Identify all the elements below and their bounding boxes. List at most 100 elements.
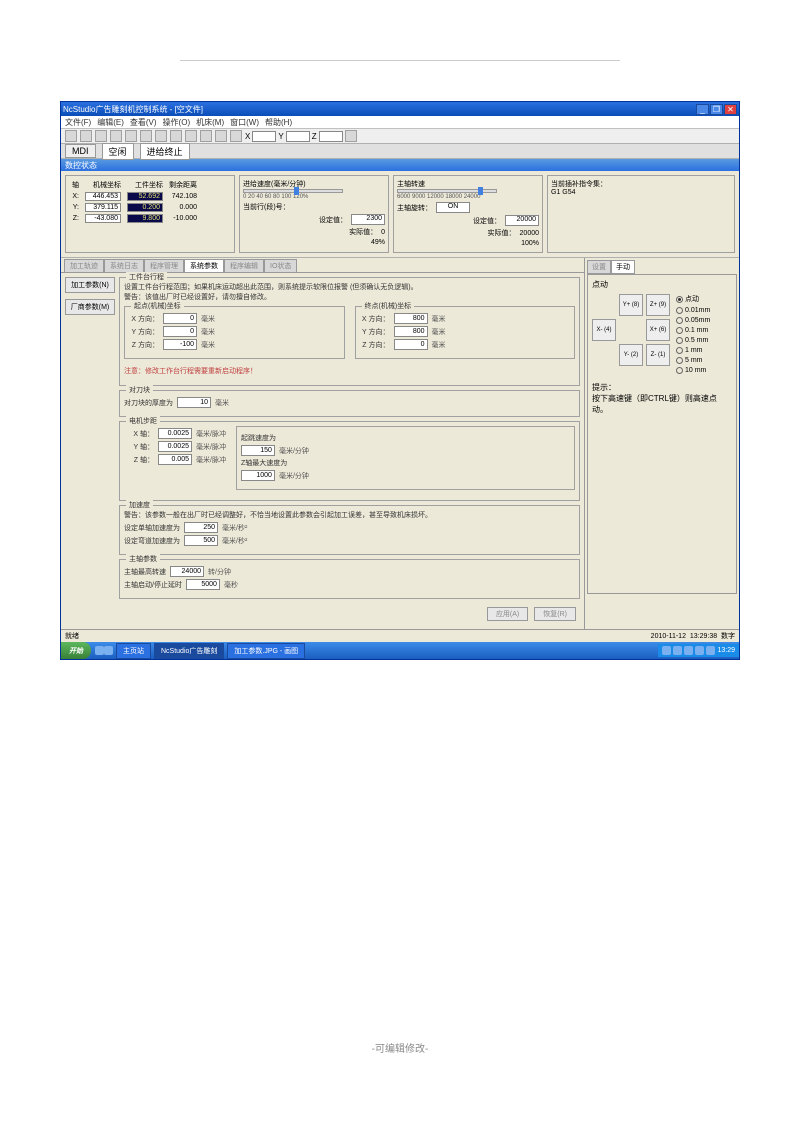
spindle-delay-input[interactable] — [186, 579, 220, 590]
menu-file[interactable]: 文件(F) — [65, 117, 91, 128]
jog-x-plus[interactable]: X+ (6) — [646, 319, 670, 341]
motor-x-input[interactable] — [158, 428, 192, 439]
tab-io[interactable]: IO状态 — [264, 259, 297, 272]
jog-radio-10[interactable]: 10 mm — [676, 367, 710, 374]
menu-help[interactable]: 帮助(H) — [265, 117, 292, 128]
task-item[interactable]: 加工参数.JPG - 画图 — [227, 643, 305, 659]
jog-y-minus[interactable]: Y- (2) — [619, 344, 643, 366]
tool-thick-input[interactable] — [177, 397, 211, 408]
start-button[interactable]: 开始 — [61, 642, 91, 659]
task-item[interactable]: NcStudio广告雕刻 — [154, 643, 224, 659]
jog-z-plus[interactable]: Z+ (9) — [646, 294, 670, 316]
accel2-input[interactable] — [184, 535, 218, 546]
spindle-slider[interactable] — [397, 189, 497, 193]
menu-operate[interactable]: 操作(O) — [163, 117, 191, 128]
feed-slider[interactable] — [243, 189, 343, 193]
travel-fieldset: 工件台行程 设置工件台行程范围；如果机床运动超出此范围，则系统提示软限位报警 (… — [119, 277, 580, 386]
app-window: NcStudio广告雕刻机控制系统 - [空文件] _ ❐ ✕ 文件(F) 编辑… — [60, 101, 740, 660]
tab-trajectory[interactable]: 加工轨迹 — [64, 259, 104, 272]
quicklaunch-icon[interactable] — [95, 646, 104, 655]
toolbar-icon[interactable] — [185, 130, 197, 142]
statusbar: 就绪 2010-11-12 13:29:38 数字 — [61, 629, 739, 642]
tray-icon[interactable] — [695, 646, 704, 655]
jog-radio-continuous[interactable]: 点动 — [676, 294, 710, 304]
status-panel: 轴 机械坐标 工件坐标 剩余距离 X: 446.453 52.692 742.1… — [61, 171, 739, 258]
right-tab-manual[interactable]: 手动 — [611, 260, 635, 274]
axis-table: 轴 机械坐标 工件坐标 剩余距离 X: 446.453 52.692 742.1… — [69, 179, 200, 224]
toolbar-icon[interactable] — [110, 130, 122, 142]
task-item[interactable]: 主页站 — [116, 643, 151, 659]
tab-program[interactable]: 程序管理 — [144, 259, 184, 272]
spindle-max-input[interactable] — [170, 566, 204, 577]
menu-view[interactable]: 查看(V) — [130, 117, 157, 128]
vendor-param-button[interactable]: 厂商参数(M) — [65, 299, 115, 315]
menu-machine[interactable]: 机床(M) — [196, 117, 224, 128]
tray-icon[interactable] — [706, 646, 715, 655]
end-z-input[interactable] — [394, 339, 428, 350]
jog-radio-5[interactable]: 5 mm — [676, 357, 710, 364]
menu-edit[interactable]: 编辑(E) — [97, 117, 124, 128]
toolbar-icon[interactable] — [65, 130, 77, 142]
idle-status: 空闲 — [102, 143, 134, 160]
toolbar-icon[interactable] — [200, 130, 212, 142]
tab-log[interactable]: 系统日志 — [104, 259, 144, 272]
right-tab-settings[interactable]: 设置 — [587, 260, 611, 274]
apply-button[interactable]: 应用(A) — [487, 607, 528, 621]
start-speed-input[interactable] — [241, 445, 275, 456]
start-z-input[interactable] — [163, 339, 197, 350]
toolbar-icon[interactable] — [95, 130, 107, 142]
spindle-fieldset: 主轴参数 主轴最高转速转/分钟 主轴启动/停止延时毫秒 — [119, 559, 580, 599]
jog-x-minus[interactable]: X- (4) — [592, 319, 616, 341]
minimize-button[interactable]: _ — [696, 104, 709, 115]
accel1-input[interactable] — [184, 522, 218, 533]
jog-radio-05[interactable]: 0.5 mm — [676, 337, 710, 344]
mdi-button[interactable]: MDI — [65, 144, 96, 158]
main-tabs: 加工轨迹 系统日志 程序管理 系统参数 程序编辑 IO状态 — [61, 258, 584, 272]
coord-z-input[interactable] — [319, 131, 343, 142]
coord-x-input[interactable] — [252, 131, 276, 142]
jog-radio-005[interactable]: 0.05mm — [676, 317, 710, 324]
motor-fieldset: 电机步距 X 轴：毫米/脉冲 Y 轴：毫米/脉冲 Z 轴：毫米/脉冲 起跳速度为… — [119, 421, 580, 501]
maximize-button[interactable]: ❐ — [710, 104, 723, 115]
toolbar-icon[interactable] — [155, 130, 167, 142]
zmax-speed-input[interactable] — [241, 470, 275, 481]
start-y-input[interactable] — [163, 326, 197, 337]
tray-icon[interactable] — [662, 646, 671, 655]
reset-button[interactable]: 恢复(R) — [534, 607, 576, 621]
coord-x-label: X — [245, 132, 250, 141]
jog-y-plus[interactable]: Y+ (8) — [619, 294, 643, 316]
toolbar-icon[interactable] — [230, 130, 242, 142]
tray-icon[interactable] — [684, 646, 693, 655]
toolbar-icon[interactable] — [215, 130, 227, 142]
process-param-button[interactable]: 加工参数(N) — [65, 277, 115, 293]
jog-z-minus[interactable]: Z- (1) — [646, 344, 670, 366]
window-title: NcStudio广告雕刻机控制系统 - [空文件] — [63, 104, 203, 115]
spindle-set-input[interactable]: 20000 — [505, 215, 539, 226]
jog-radio-01[interactable]: 0.1 mm — [676, 327, 710, 334]
quicklaunch-icon[interactable] — [104, 646, 113, 655]
toolbar-icon[interactable] — [170, 130, 182, 142]
status-header: 数控状态 — [61, 159, 739, 171]
accel-fieldset: 加速度 警告：该参数一般在出厂时已经调整好，不恰当地设置此参数会引起加工误差，甚… — [119, 505, 580, 555]
toolbar-icon[interactable] — [125, 130, 137, 142]
toolbar-icon[interactable] — [80, 130, 92, 142]
end-y-input[interactable] — [394, 326, 428, 337]
menubar: 文件(F) 编辑(E) 查看(V) 操作(O) 机床(M) 窗口(W) 帮助(H… — [61, 116, 739, 129]
taskbar: 开始 主页站 NcStudio广告雕刻 加工参数.JPG - 画图 13:29 — [61, 642, 739, 659]
close-button[interactable]: ✕ — [724, 104, 737, 115]
motor-y-input[interactable] — [158, 441, 192, 452]
start-x-input[interactable] — [163, 313, 197, 324]
spindle-on[interactable]: ON — [436, 202, 470, 213]
menu-window[interactable]: 窗口(W) — [230, 117, 259, 128]
feed-set-input[interactable]: 2300 — [351, 214, 385, 225]
go-button[interactable] — [345, 130, 357, 142]
jog-radio-1[interactable]: 1 mm — [676, 347, 710, 354]
tab-edit[interactable]: 程序编辑 — [224, 259, 264, 272]
tab-sysparam[interactable]: 系统参数 — [184, 259, 224, 272]
jog-radio-001[interactable]: 0.01mm — [676, 307, 710, 314]
coord-y-input[interactable] — [286, 131, 310, 142]
end-x-input[interactable] — [394, 313, 428, 324]
motor-z-input[interactable] — [158, 454, 192, 465]
toolbar-icon[interactable] — [140, 130, 152, 142]
tray-icon[interactable] — [673, 646, 682, 655]
